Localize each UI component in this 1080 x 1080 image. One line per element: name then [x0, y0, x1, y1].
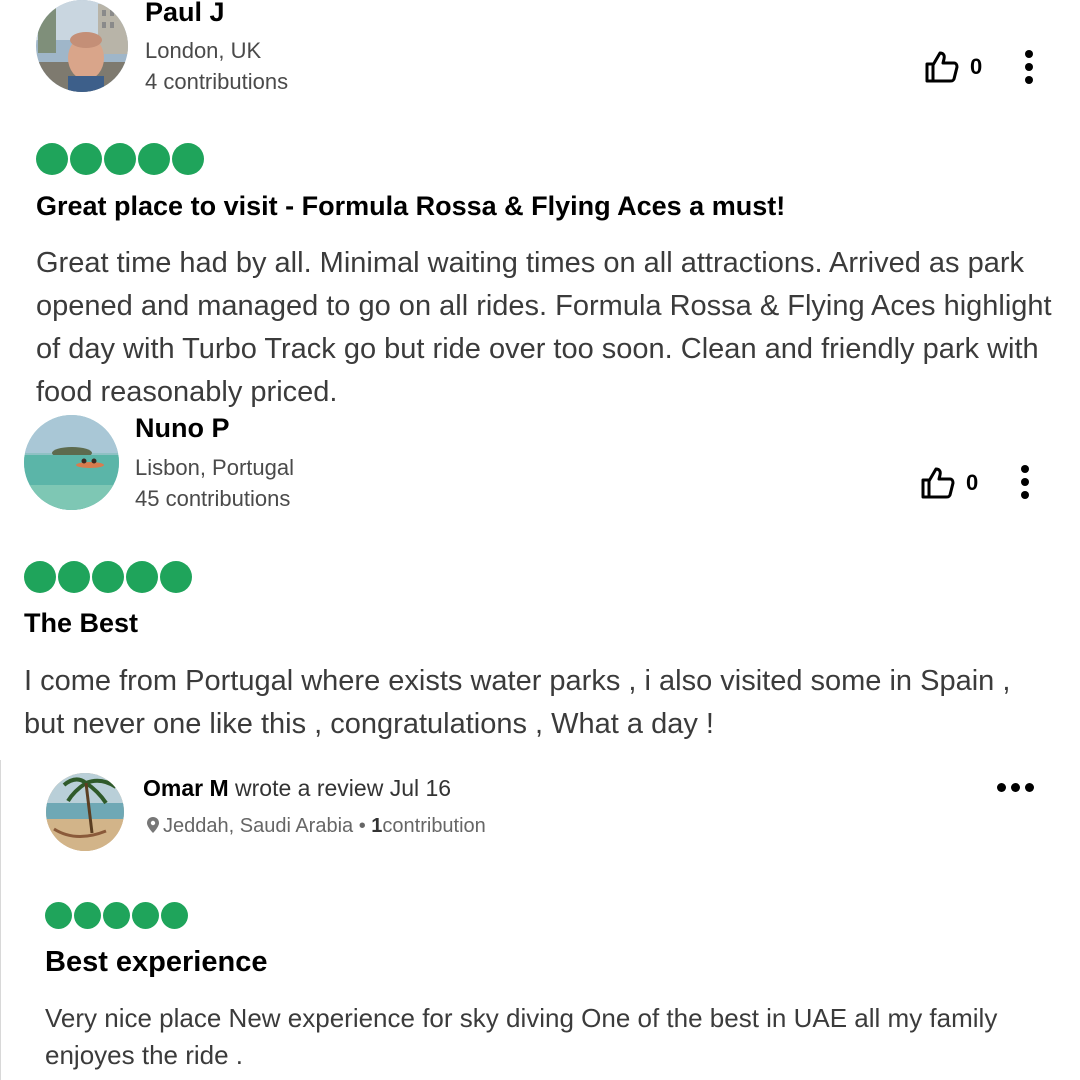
reviewer-name[interactable]: Omar M — [143, 775, 229, 801]
avatar-nuno-p[interactable] — [24, 415, 119, 510]
avatar-paul-j-image — [36, 0, 128, 92]
more-options-button[interactable] — [997, 783, 1034, 792]
rating-bubble — [104, 143, 136, 175]
review-title[interactable]: The Best — [24, 608, 138, 639]
rating-bubbles — [24, 561, 192, 593]
rating-bubble — [36, 143, 68, 175]
rating-bubble — [58, 561, 90, 593]
card-left-border — [0, 760, 1, 1080]
review-body: Great time had by all. Minimal waiting t… — [36, 247, 1052, 408]
review-body: Very nice place New experience for sky d… — [45, 1003, 998, 1070]
helpful-vote-button[interactable]: 0 — [920, 466, 978, 500]
rating-bubbles — [45, 902, 188, 929]
contribution-label: contribution — [382, 815, 486, 837]
avatar-nuno-p-image — [24, 415, 119, 510]
reviewer-location: London, UK — [145, 38, 262, 63]
review-title[interactable]: Best experience — [45, 946, 267, 979]
rating-bubble — [24, 561, 56, 593]
more-options-button[interactable] — [1021, 465, 1029, 499]
reviewer-name[interactable]: Paul J — [145, 0, 225, 28]
review-date: wrote a review Jul 16 — [235, 775, 452, 801]
more-options-button[interactable] — [1025, 50, 1033, 84]
review-title[interactable]: Great place to visit - Formula Rossa & F… — [36, 191, 785, 222]
rating-bubble — [161, 902, 188, 929]
location-pin-icon — [147, 817, 159, 833]
contribution-count: 1 — [371, 815, 383, 837]
avatar-paul-j[interactable] — [36, 0, 128, 92]
rating-bubble — [126, 561, 158, 593]
rating-bubble — [70, 143, 102, 175]
helpful-vote-button[interactable]: 0 — [924, 50, 982, 84]
reviewer-contributions: 4 contributions — [145, 69, 289, 94]
reviewer-location: Jeddah, Saudi Arabia • — [163, 815, 366, 837]
rating-bubble — [45, 902, 72, 929]
helpful-vote-count: 0 — [966, 470, 979, 495]
rating-bubble — [160, 561, 192, 593]
rating-bubble — [132, 902, 159, 929]
review-header-line: Omar M wrote a review Jul 16 — [143, 775, 451, 802]
more-horizontal-icon — [997, 783, 1034, 792]
reviewer-meta: Jeddah, Saudi Arabia • 1contribution — [146, 815, 486, 838]
rating-bubble — [103, 902, 130, 929]
avatar-omar-m[interactable] — [46, 773, 124, 851]
helpful-vote-count: 0 — [970, 54, 983, 79]
rating-bubbles — [36, 143, 204, 175]
thumbs-up-icon — [921, 467, 955, 499]
reviewer-name[interactable]: Nuno P — [135, 413, 230, 444]
review-body: I come from Portugal where exists water … — [24, 665, 1011, 740]
rating-bubble — [92, 561, 124, 593]
thumbs-up-icon — [925, 51, 959, 83]
rating-bubble — [74, 902, 101, 929]
avatar-omar-m-image — [46, 773, 124, 851]
more-vertical-icon — [1025, 50, 1033, 84]
rating-bubble — [138, 143, 170, 175]
rating-bubble — [172, 143, 204, 175]
reviewer-contributions: 45 contributions — [135, 486, 291, 511]
reviewer-location: Lisbon, Portugal — [135, 455, 294, 480]
more-vertical-icon — [1021, 465, 1029, 499]
